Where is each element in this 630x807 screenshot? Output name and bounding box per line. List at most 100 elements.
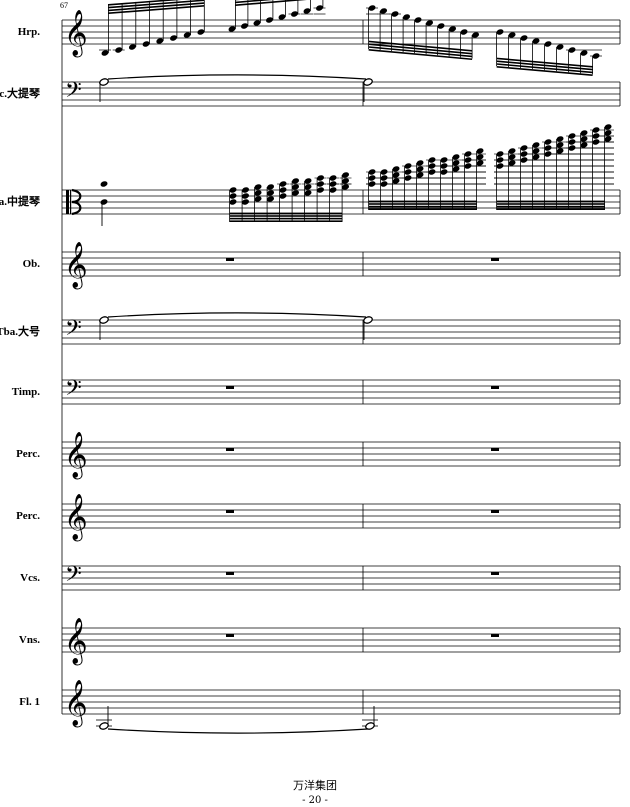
note-head (604, 130, 612, 136)
note-head (266, 17, 273, 23)
note-head (437, 23, 445, 29)
note-head (476, 148, 484, 154)
note-head (508, 154, 516, 160)
note-head (452, 166, 460, 172)
bass-clef-icon: 𝄢 (65, 376, 82, 406)
instrument-label: Tba.大号 (0, 324, 40, 338)
note-head (156, 38, 164, 44)
footer-publisher: 万洋集团 (293, 779, 337, 792)
beam (496, 200, 605, 203)
beam (229, 215, 343, 217)
note-head (452, 154, 460, 160)
note-head (279, 193, 287, 199)
note-head (342, 178, 349, 184)
note-head (101, 50, 109, 56)
note-head (460, 29, 468, 35)
note-head (604, 136, 612, 142)
instrument-label: Va.中提琴 (0, 194, 40, 208)
note-head (556, 148, 564, 154)
tie (107, 74, 367, 80)
note-head (100, 181, 108, 187)
note-head (303, 8, 311, 14)
note-head (556, 142, 564, 148)
note-head (476, 160, 484, 166)
note-head (241, 23, 248, 29)
whole-rest-icon (226, 258, 234, 261)
note-head (426, 20, 433, 26)
note-head (304, 178, 312, 184)
note-head (317, 187, 324, 193)
beam (229, 212, 343, 215)
note-head (508, 148, 516, 154)
beam (496, 203, 605, 205)
note-head (197, 29, 205, 35)
note-head (267, 196, 274, 202)
note-head (229, 187, 237, 193)
treble-clef-icon: 𝄞 (64, 10, 88, 58)
note-head (416, 160, 424, 166)
instrument-label: Ob. (23, 258, 41, 270)
alto-clef-icon (66, 190, 69, 214)
bass-clef-icon: 𝄢 (65, 78, 82, 108)
note-head (242, 199, 249, 205)
treble-clef-icon: 𝄞 (64, 242, 88, 290)
note-head (496, 29, 504, 35)
whole-rest-icon (491, 386, 499, 389)
whole-rest-icon (226, 386, 234, 389)
instrument-label: Vc.大提琴 (0, 86, 40, 100)
note-head (544, 41, 552, 47)
treble-clef-icon: 𝄞 (64, 494, 88, 542)
beam (368, 200, 477, 203)
note-head (532, 142, 540, 148)
whole-rest-icon (491, 510, 499, 513)
tie (107, 728, 369, 734)
whole-rest-icon (491, 634, 499, 637)
note-head (254, 190, 262, 196)
note-head (414, 17, 422, 23)
beam (368, 205, 477, 208)
note-head (380, 8, 387, 14)
whole-rest-icon (491, 448, 499, 451)
whole-rest-icon (226, 634, 234, 637)
note-head (254, 196, 262, 202)
tie (107, 312, 367, 318)
whole-rest-icon (226, 572, 234, 575)
whole-rest-icon (491, 572, 499, 575)
note-head (170, 35, 177, 41)
note-head (229, 199, 237, 205)
beam (229, 220, 343, 222)
instrument-label: Hrp. (18, 26, 41, 38)
note-head (329, 187, 337, 193)
note-head (508, 32, 516, 38)
whole-rest-icon (226, 510, 234, 513)
note-head (472, 32, 479, 38)
beam (229, 217, 343, 220)
note-head (128, 44, 136, 50)
beam (368, 208, 477, 210)
note-head (267, 184, 274, 190)
note-head (392, 166, 400, 172)
note-head (476, 154, 484, 160)
note-head (556, 44, 564, 50)
instrument-label: Perc. (16, 448, 40, 460)
bass-clef-icon: 𝄢 (65, 316, 82, 346)
note-head (254, 184, 262, 190)
note-head (183, 32, 191, 38)
note-head (253, 20, 261, 26)
note-head (416, 172, 424, 178)
note-head (580, 142, 588, 148)
note-head (342, 184, 349, 190)
note-head (229, 193, 237, 199)
note-head (279, 187, 287, 193)
beam (368, 203, 477, 205)
note-head (403, 14, 410, 20)
note-head (532, 148, 540, 154)
alto-clef-icon (70, 190, 72, 214)
note-head (267, 190, 274, 196)
treble-clef-icon: 𝄞 (64, 680, 88, 728)
note-head (228, 26, 236, 32)
treble-clef-icon: 𝄞 (64, 618, 88, 666)
note-head (342, 172, 349, 178)
note-head (580, 130, 588, 136)
note-head (392, 172, 400, 178)
